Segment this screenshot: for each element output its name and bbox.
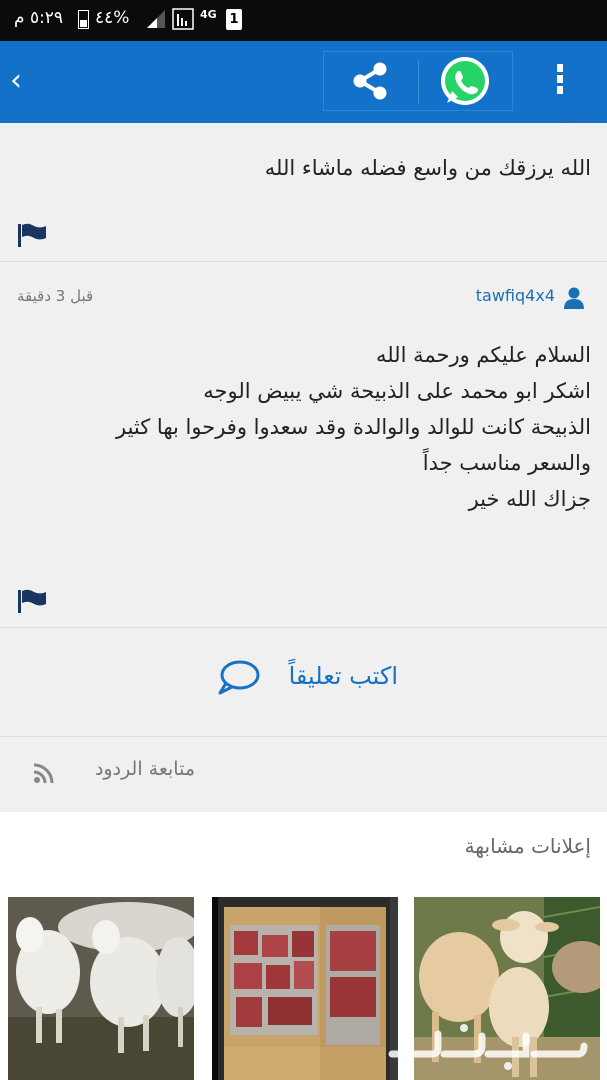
comment-time: قبل 3 دقيقة <box>17 287 94 305</box>
comment-text: الله يرزقك من واسع فضله ماشاء الله <box>264 156 591 180</box>
write-comment-button[interactable]: اكتب تعليقاً <box>200 654 410 704</box>
share-group <box>323 51 513 111</box>
haraj-logo <box>388 1024 588 1070</box>
comment-body: السلام عليكم ورحمة الله اشكر ابو محمد عل… <box>116 337 591 517</box>
more-icon[interactable] <box>553 61 567 103</box>
ad-thumbnail[interactable] <box>8 897 194 1080</box>
signal-icon <box>147 10 165 28</box>
battery-icon <box>78 10 89 29</box>
user-icon <box>564 287 584 309</box>
status-time: ٥:٢٩ م <box>14 8 64 28</box>
comment-line: والسعر مناسب جداً <box>422 451 591 475</box>
user-icon <box>562 118 580 122</box>
app-bar: ‹ <box>0 41 607 123</box>
write-comment-label: اكتب تعليقاً <box>288 662 398 690</box>
comment-line: جزاك الله خير <box>468 487 591 511</box>
divider <box>0 736 607 737</box>
sheep-image <box>8 897 194 1080</box>
divider <box>418 60 419 104</box>
network-type: 4G <box>200 8 217 21</box>
comment-icon <box>218 660 260 695</box>
flag-icon[interactable] <box>17 222 47 248</box>
similar-ads-title: إعلانات مشابهة <box>464 834 591 858</box>
whatsapp-icon[interactable] <box>438 55 492 109</box>
share-icon[interactable] <box>347 57 395 105</box>
comment-author[interactable]: tawfiq4x4 <box>476 286 555 305</box>
flag-icon[interactable] <box>17 588 47 614</box>
back-icon[interactable]: ‹ <box>4 61 28 101</box>
status-bar: ٥:٢٩ م ٤٤% 4G 1 <box>0 0 607 41</box>
comment-line: الذبيحة كانت للوالد والوالدة وقد سعدوا و… <box>116 415 591 439</box>
sim-icon: 1 <box>226 9 242 30</box>
ad-thumbnail[interactable] <box>212 897 398 1080</box>
rss-icon[interactable] <box>33 762 55 784</box>
comment-line: السلام عليكم ورحمة الله <box>375 343 591 367</box>
comment-line: اشكر ابو محمد على الذبيحة شي يبيض الوجه <box>203 379 591 403</box>
follow-replies-link[interactable]: متابعة الردود <box>95 758 195 780</box>
divider <box>0 627 607 628</box>
battery-level: ٤٤% <box>95 8 130 28</box>
divider <box>0 261 607 262</box>
meat-boxes-image <box>212 897 398 1080</box>
signal-bars-icon <box>172 8 194 30</box>
similar-ads-section: إعلانات مشابهة <box>0 812 607 1080</box>
